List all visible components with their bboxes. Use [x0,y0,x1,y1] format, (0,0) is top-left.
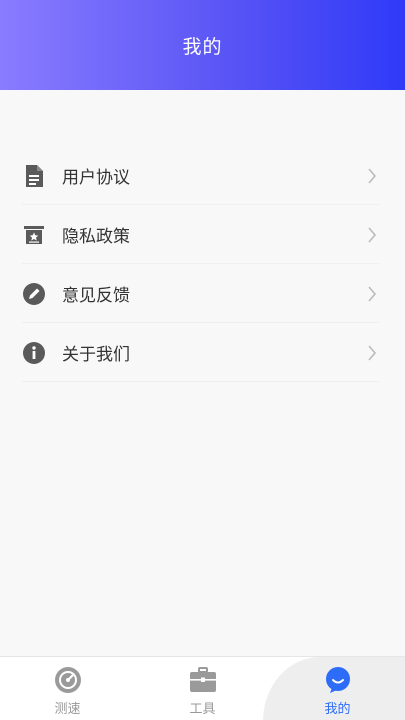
pencil-icon [22,282,46,306]
privacy-icon [22,223,46,247]
toolbox-icon [189,666,217,694]
chevron-right-icon [365,167,379,185]
tab-speed-test[interactable]: 测速 [0,657,135,720]
chat-bubble-icon [324,666,352,694]
speedometer-icon [54,666,82,694]
menu-item-about-us[interactable]: 关于我们 [0,323,405,382]
tab-mine[interactable]: 我的 [270,657,405,720]
chevron-right-icon [365,285,379,303]
menu-item-label: 关于我们 [62,345,130,365]
document-icon [22,164,46,188]
tab-label: 工具 [189,702,216,717]
chevron-right-icon [365,226,379,244]
menu-item-label: 用户协议 [62,168,130,188]
info-icon [22,341,46,365]
menu-item-feedback[interactable]: 意见反馈 [0,264,405,323]
header-bar: 我的 [0,0,405,90]
bottom-tab-bar: 测速 工具 我的 [0,656,405,720]
menu-item-label: 隐私政策 [62,227,130,247]
menu-item-privacy-policy[interactable]: 隐私政策 [0,205,405,264]
chevron-right-icon [365,344,379,362]
settings-menu: 用户协议 隐私政策 意见反馈 关于我们 [0,146,405,382]
tab-tools[interactable]: 工具 [135,657,270,720]
tab-label: 我的 [324,702,351,717]
menu-item-label: 意见反馈 [62,286,130,306]
tab-label: 测速 [54,702,81,717]
page-title: 我的 [182,35,223,58]
menu-item-user-agreement[interactable]: 用户协议 [0,146,405,205]
